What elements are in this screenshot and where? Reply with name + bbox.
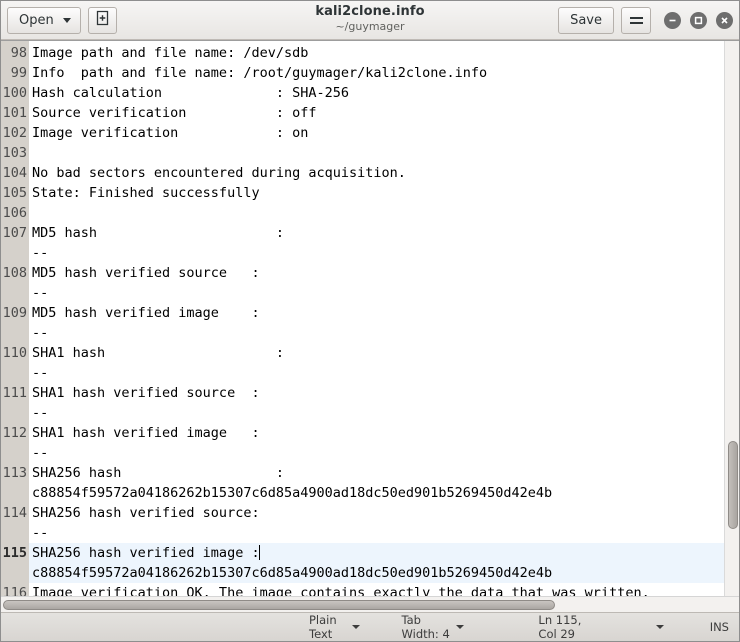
text-line[interactable]: Hash calculation : SHA-256 xyxy=(32,83,724,103)
editor-scroll-region: 98 99 100 101 102 103 104 105 106 107 108 109 110… xyxy=(1,41,724,596)
text-line[interactable]: State: Finished successfully xyxy=(32,183,724,203)
insert-mode-label: INS xyxy=(709,620,729,634)
cursor-position-label: Ln 115, Col 29 xyxy=(538,613,582,641)
text-line[interactable]: -- xyxy=(32,363,724,383)
line-number: 103 xyxy=(2,145,27,161)
text-line[interactable]: SHA256 hash : xyxy=(32,463,724,483)
save-button[interactable]: Save xyxy=(558,6,614,34)
new-document-button[interactable] xyxy=(87,6,117,34)
line-number: 98 xyxy=(10,45,27,61)
tab-width-selector[interactable]: Tab Width: 4 xyxy=(402,613,465,641)
line-number: 100 xyxy=(2,85,27,101)
text-line[interactable]: Image verification OK. The image contain… xyxy=(32,583,724,596)
tab-width-label: Tab Width: 4 xyxy=(401,613,450,641)
line-number: 104 xyxy=(2,165,27,181)
line-number-gutter: 98 99 100 101 102 103 104 105 106 107 108 109 110… xyxy=(1,41,29,596)
text-line[interactable]: c88854f59572a04186262b15307c6d85a4900ad1… xyxy=(29,563,724,583)
line-number: 114 xyxy=(2,505,27,521)
line-number: 115 xyxy=(2,545,27,561)
language-label: Plain Text xyxy=(309,613,337,641)
text-line[interactable]: MD5 hash : xyxy=(32,223,724,243)
line-number: 108 xyxy=(2,265,27,281)
text-line[interactable]: MD5 hash verified image : xyxy=(32,303,724,323)
line-number-continuation xyxy=(1,483,27,503)
text-line[interactable]: c88854f59572a04186262b15307c6d85a4900ad1… xyxy=(32,483,724,503)
line-number-continuation xyxy=(1,323,27,343)
text-line[interactable]: MD5 hash verified source : xyxy=(32,263,724,283)
chevron-down-icon[interactable] xyxy=(655,625,664,629)
text-line[interactable]: Image path and file name: /dev/sdb xyxy=(32,43,724,63)
line-number: 113 xyxy=(2,465,27,481)
insert-mode-indicator: INS xyxy=(710,620,729,634)
editor-area: 98 99 100 101 102 103 104 105 106 107 108 109 110… xyxy=(1,40,739,596)
text-line[interactable]: SHA1 hash verified source : xyxy=(32,383,724,403)
line-number-continuation xyxy=(1,563,27,583)
cursor-position[interactable]: Ln 115, Col 29 xyxy=(538,613,599,641)
maximize-button[interactable] xyxy=(690,11,707,29)
line-number: 99 xyxy=(10,65,27,81)
line-number: 109 xyxy=(2,305,27,321)
line-number: 105 xyxy=(2,185,27,201)
vertical-scrollbar-thumb[interactable] xyxy=(728,441,738,529)
open-button-label: Open xyxy=(19,12,54,28)
line-number-continuation xyxy=(1,283,27,303)
save-button-label: Save xyxy=(570,12,602,28)
text-line[interactable]: -- xyxy=(32,403,724,423)
text-cursor xyxy=(258,545,260,560)
horizontal-scrollbar-thumb[interactable] xyxy=(3,600,555,610)
text-line[interactable]: No bad sectors encountered during acquis… xyxy=(32,163,724,183)
text-line[interactable]: SHA256 hash verified image : xyxy=(29,543,724,563)
open-button[interactable]: Open xyxy=(7,6,81,34)
window-controls xyxy=(664,11,733,29)
line-number: 110 xyxy=(2,345,27,361)
text-line[interactable]: -- xyxy=(32,443,724,463)
status-bar: Plain Text Tab Width: 4 Ln 115, Col 29 I… xyxy=(1,612,739,641)
text-line[interactable] xyxy=(32,203,724,223)
line-number-continuation xyxy=(1,443,27,463)
text-line[interactable]: -- xyxy=(32,283,724,303)
line-number: 107 xyxy=(2,225,27,241)
text-line[interactable]: SHA256 hash verified source: xyxy=(32,503,724,523)
text-line[interactable]: -- xyxy=(32,323,724,343)
minimize-button[interactable] xyxy=(664,11,681,29)
text-line[interactable]: Source verification : off xyxy=(32,103,724,123)
hamburger-menu-icon xyxy=(629,16,643,24)
line-number: 116 xyxy=(2,585,27,596)
text-line[interactable] xyxy=(32,143,724,163)
line-number-continuation xyxy=(1,363,27,383)
line-number: 106 xyxy=(2,205,27,221)
chevron-down-icon xyxy=(62,17,71,23)
close-button[interactable] xyxy=(716,11,733,29)
line-number: 101 xyxy=(2,105,27,121)
text-line[interactable]: SHA1 hash : xyxy=(32,343,724,363)
horizontal-scrollbar[interactable] xyxy=(1,596,739,612)
text-line[interactable]: Image verification : on xyxy=(32,123,724,143)
line-number-continuation xyxy=(1,243,27,263)
line-number: 102 xyxy=(2,125,27,141)
header-bar: Open kali2clone.info ~/guymager Save xyxy=(1,1,739,40)
text-editor-window: Open kali2clone.info ~/guymager Save 98 … xyxy=(0,0,740,642)
text-line[interactable]: Info path and file name: /root/guymager/… xyxy=(32,63,724,83)
chevron-down-icon xyxy=(351,625,360,629)
new-document-icon xyxy=(95,10,110,30)
language-selector[interactable]: Plain Text xyxy=(309,613,360,641)
vertical-scrollbar[interactable] xyxy=(724,41,739,596)
main-menu-button[interactable] xyxy=(621,6,651,34)
text-line[interactable]: -- xyxy=(32,523,724,543)
line-number-continuation xyxy=(1,523,27,543)
line-number: 112 xyxy=(2,425,27,441)
text-line[interactable]: SHA1 hash verified image : xyxy=(32,423,724,443)
text-content[interactable]: Image path and file name: /dev/sdb Info p… xyxy=(29,41,724,596)
text-line[interactable]: -- xyxy=(32,243,724,263)
line-number-continuation xyxy=(1,403,27,423)
line-number: 111 xyxy=(2,385,27,401)
chevron-down-icon xyxy=(456,625,465,629)
